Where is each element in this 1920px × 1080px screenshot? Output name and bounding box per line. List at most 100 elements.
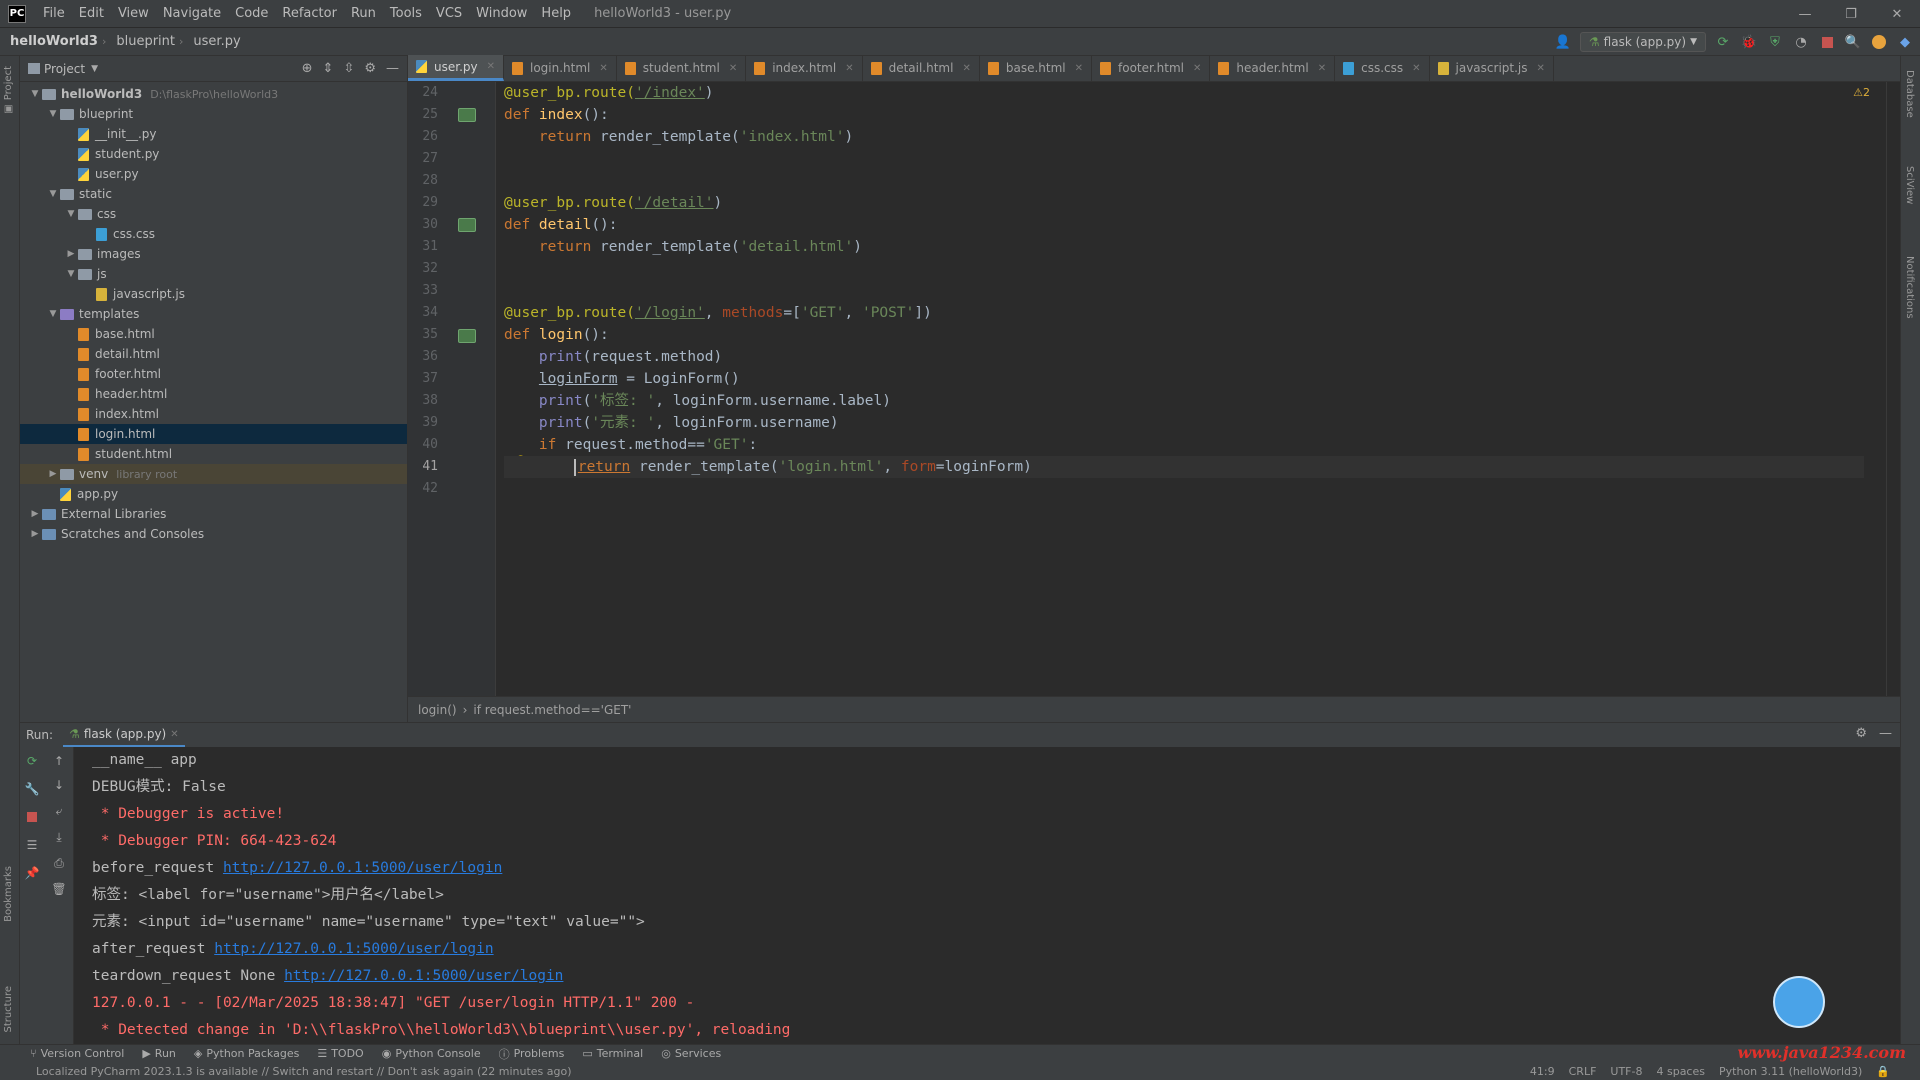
tool-python-console[interactable]: ◉ Python Console [382, 1047, 481, 1060]
run-tab[interactable]: ⚗ flask (app.py) ✕ [63, 723, 185, 747]
editor-scrollbar[interactable] [1886, 82, 1900, 696]
nav-file[interactable]: user.py [183, 34, 244, 49]
editor-tab[interactable]: student.html ✕ [617, 55, 747, 81]
tool-problems[interactable]: ⓘ Problems [499, 1046, 565, 1062]
menu-edit[interactable]: Edit [72, 0, 111, 28]
tree-item[interactable]: student.html [20, 444, 407, 464]
tree-item[interactable]: javascript.js [20, 284, 407, 304]
soft-wrap-icon[interactable]: ⤶ [51, 803, 67, 819]
bookmarks-tool-icon[interactable]: Bookmarks [3, 866, 14, 922]
close-tab-icon[interactable]: ✕ [1075, 63, 1083, 74]
tree-item[interactable]: __init__.py [20, 124, 407, 144]
console-output[interactable]: __name__ app DEBUG模式: False * Debugger i… [92, 747, 1872, 1045]
flask-route-gutter-icon[interactable] [458, 329, 476, 343]
debug-icon[interactable]: 🐞 [1740, 33, 1758, 51]
stop-icon[interactable] [1818, 33, 1836, 51]
wrench-icon[interactable]: 🔧 [24, 781, 40, 797]
print-icon[interactable]: ⎙ [51, 855, 67, 871]
close-tab-icon[interactable]: ✕ [1537, 63, 1545, 74]
tree-item[interactable]: ▶ venv library root [20, 464, 407, 484]
floating-assistant-button[interactable] [1773, 976, 1825, 1028]
collapse-all-icon[interactable]: ⇳ [343, 61, 354, 76]
code-editor[interactable]: @user_bp.route('/index') def index(): re… [504, 82, 1884, 696]
chevron-down-icon[interactable]: ▼ [46, 189, 60, 199]
tool-run[interactable]: ▶ Run [142, 1047, 176, 1060]
chevron-down-icon[interactable]: ▼ [46, 309, 60, 319]
tree-item[interactable]: ▶ External Libraries [20, 504, 407, 524]
tree-item[interactable]: ▼ css [20, 204, 407, 224]
tree-item[interactable]: header.html [20, 384, 407, 404]
tree-item[interactable]: ▼ static [20, 184, 407, 204]
editor-tab[interactable]: header.html ✕ [1210, 55, 1336, 81]
chevron-right-icon[interactable]: ▶ [28, 529, 42, 539]
minimize-icon[interactable]: — [1782, 0, 1828, 28]
project-panel-title[interactable]: Project [44, 62, 85, 76]
close-tab-icon[interactable]: ✕ [599, 63, 607, 74]
plugin-icon[interactable]: ◆ [1896, 33, 1914, 51]
scroll-to-end-icon[interactable]: ⤓ [51, 829, 67, 845]
tree-item[interactable]: login.html [20, 424, 407, 444]
hide-icon[interactable]: — [386, 61, 399, 76]
locate-icon[interactable]: ⊕ [302, 61, 313, 76]
close-tab-icon[interactable]: ✕ [845, 63, 853, 74]
pin-icon[interactable]: 📌 [24, 865, 40, 881]
tree-item[interactable]: ▶ images [20, 244, 407, 264]
editor-tab[interactable]: base.html ✕ [980, 55, 1092, 81]
editor-tab[interactable]: detail.html ✕ [863, 55, 980, 81]
profile-icon[interactable]: ◔ [1792, 33, 1810, 51]
menu-help[interactable]: Help [534, 0, 578, 28]
flask-route-gutter-icon[interactable] [458, 108, 476, 122]
tree-item[interactable]: index.html [20, 404, 407, 424]
tree-item[interactable]: ▼ js [20, 264, 407, 284]
menu-view[interactable]: View [111, 0, 156, 28]
tree-item[interactable]: app.py [20, 484, 407, 504]
menu-navigate[interactable]: Navigate [156, 0, 228, 28]
python-interpreter[interactable]: Python 3.11 (helloWorld3) [1719, 1065, 1862, 1078]
tree-item[interactable]: base.html [20, 324, 407, 344]
menu-code[interactable]: Code [228, 0, 275, 28]
tree-item[interactable]: ▶ Scratches and Consoles [20, 524, 407, 544]
chevron-down-icon[interactable]: ▼ [64, 209, 78, 219]
stop-icon[interactable] [24, 809, 40, 825]
structure-tool-icon[interactable]: Structure [3, 986, 14, 1033]
tree-item[interactable]: css.css [20, 224, 407, 244]
lock-icon[interactable]: 🔒 [1876, 1065, 1890, 1078]
console-link[interactable]: http://127.0.0.1:5000/user/login [284, 968, 563, 984]
gear-icon[interactable]: ⚙ [1855, 726, 1867, 741]
breadcrumb-item[interactable]: if request.method=='GET' [473, 703, 631, 717]
caret-position[interactable]: 41:9 [1530, 1065, 1555, 1078]
file-encoding[interactable]: UTF-8 [1610, 1065, 1642, 1078]
database-tool-icon[interactable]: Database [1904, 70, 1915, 118]
rerun-icon[interactable]: ⟳ [1714, 33, 1732, 51]
flask-route-gutter-icon[interactable] [458, 218, 476, 232]
editor-tab[interactable]: login.html ✕ [504, 55, 617, 81]
maximize-icon[interactable]: ❐ [1828, 0, 1874, 28]
close-tab-icon[interactable]: ✕ [729, 63, 737, 74]
tool-version-control[interactable]: ⑂ Version Control [30, 1047, 124, 1060]
editor-tab[interactable]: footer.html ✕ [1092, 55, 1211, 81]
tree-item[interactable]: ▼ blueprint [20, 104, 407, 124]
coverage-icon[interactable]: ⛨ [1766, 33, 1784, 51]
chevron-right-icon[interactable]: ▶ [46, 469, 60, 479]
tree-item[interactable]: ▼ helloWorld3 D:\flaskPro\helloWorld3 [20, 84, 407, 104]
arrow-up-icon[interactable]: ↑ [51, 753, 67, 769]
menu-file[interactable]: File [36, 0, 72, 28]
line-separator[interactable]: CRLF [1569, 1065, 1597, 1078]
layout-icon[interactable]: ☰ [24, 837, 40, 853]
console-link[interactable]: http://127.0.0.1:5000/user/login [214, 941, 493, 957]
chevron-right-icon[interactable]: ▶ [64, 249, 78, 259]
inspection-warning-indicator[interactable]: ⚠2 [1853, 86, 1870, 99]
close-tab-icon[interactable]: ✕ [1318, 63, 1326, 74]
tool-terminal[interactable]: ▭ Terminal [582, 1047, 643, 1060]
sciview-tool-icon[interactable]: SciView [1904, 166, 1915, 204]
console-link[interactable]: http://127.0.0.1:5000/user/login [223, 860, 502, 876]
tree-item[interactable]: footer.html [20, 364, 407, 384]
menu-refactor[interactable]: Refactor [275, 0, 344, 28]
user-icon[interactable]: 👤 [1554, 33, 1572, 51]
chevron-down-icon[interactable]: ▼ [64, 269, 78, 279]
editor-tab[interactable]: css.css ✕ [1335, 55, 1430, 81]
gear-icon[interactable]: ⚙ [364, 61, 376, 76]
editor-tab[interactable]: user.py ✕ [408, 55, 504, 81]
menu-tools[interactable]: Tools [383, 0, 429, 28]
tree-item[interactable]: user.py [20, 164, 407, 184]
